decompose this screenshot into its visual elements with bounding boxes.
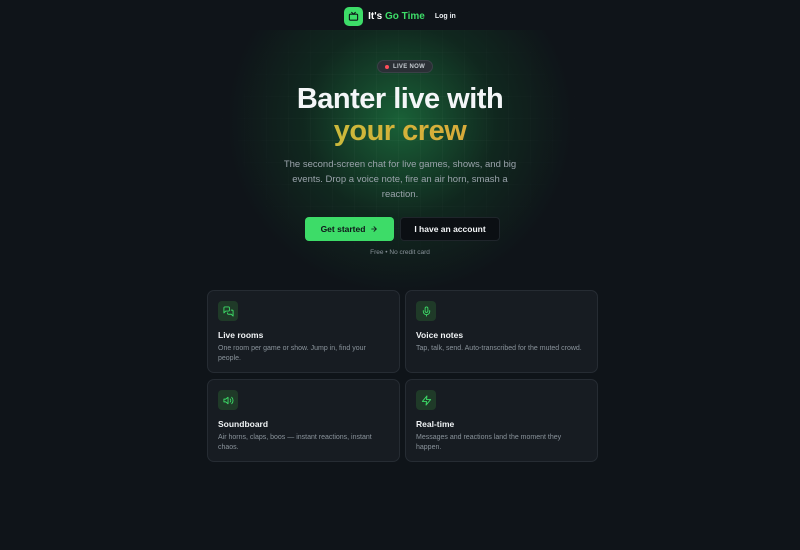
brand-name-part-1: It's (368, 11, 383, 22)
microphone-icon (416, 301, 436, 321)
live-dot-icon (385, 64, 389, 69)
live-now-badge: LIVE NOW (377, 60, 434, 73)
lightning-icon (416, 390, 436, 410)
arrow-right-icon (371, 226, 378, 232)
feature-description: One room per game or show. Jump in, find… (218, 345, 366, 362)
feature-description: Air horns, claps, boos — instant reactio… (218, 434, 372, 451)
brand-name: It's Go Time (368, 11, 425, 22)
get-started-label: Get started (320, 224, 366, 234)
have-account-button[interactable]: I have an account (400, 217, 500, 241)
feature-title: Soundboard (218, 419, 269, 429)
brand[interactable]: It's Go Time (344, 7, 425, 26)
badge-label: LIVE NOW (393, 63, 426, 70)
feature-description: Tap, talk, send. Auto-transcribed for th… (416, 345, 582, 352)
login-link[interactable]: Log in (435, 13, 456, 20)
landing-page: It's Go Time Log in LIVE NOW Banter live… (0, 0, 800, 550)
hero-title-line-1: Banter live with (296, 83, 504, 115)
tv-icon (344, 7, 364, 26)
get-started-button[interactable]: Get started (305, 217, 394, 241)
feature-card-live-rooms: Live rooms One room per game or show. Ju… (207, 290, 400, 373)
feature-description: Messages and reactions land the moment t… (416, 434, 562, 451)
hero-title-line-2: your crew (0, 115, 800, 148)
fine-print: Free • No credit card (370, 249, 430, 256)
feature-card-soundboard: Soundboard Air horns, claps, boos — inst… (207, 379, 400, 462)
speaker-icon (218, 390, 238, 410)
feature-title: Live rooms (218, 330, 264, 340)
hero-subtitle: The second-screen chat for live games, s… (283, 159, 517, 200)
feature-card-real-time: Real-time Messages and reactions land th… (405, 379, 598, 462)
feature-title: Voice notes (416, 330, 464, 340)
top-nav: It's Go Time Log in (0, 7, 800, 26)
feature-title: Real-time (416, 419, 455, 429)
have-account-label: I have an account (414, 224, 486, 234)
feature-card-voice-notes: Voice notes Tap, talk, send. Auto-transc… (405, 290, 598, 373)
brand-name-part-2: Go Time (385, 11, 425, 22)
chat-bubbles-icon (218, 301, 238, 321)
